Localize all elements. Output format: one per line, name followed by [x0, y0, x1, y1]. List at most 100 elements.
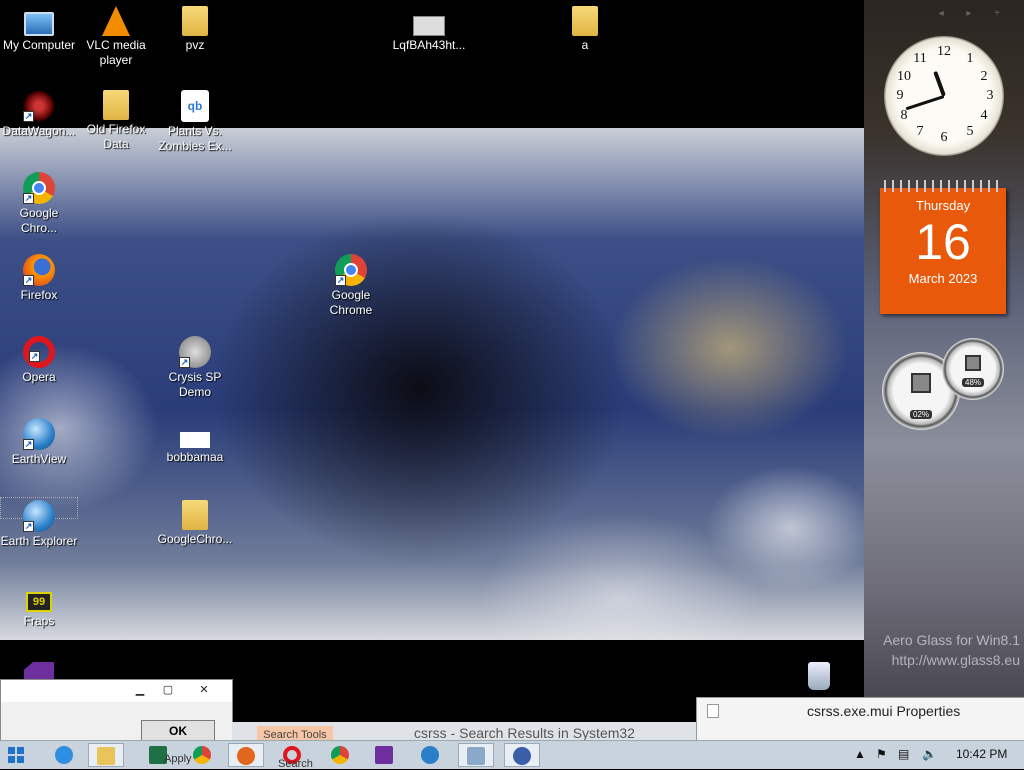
- taskbar-visual-studio[interactable]: [366, 743, 402, 767]
- desktop-icon-crysis[interactable]: ↗ Crysis SP Demo: [156, 336, 234, 400]
- memory-meter-gadget[interactable]: 48%: [942, 338, 1004, 400]
- icon-label: Google Chro...: [19, 206, 59, 235]
- clock-number: 4: [980, 108, 988, 123]
- properties-window-title: csrss.exe.mui Properties: [807, 703, 961, 719]
- desktop-icon-plants-vs-zombies[interactable]: qb Plants Vs. Zombies Ex...: [156, 90, 234, 154]
- taskbar-earth[interactable]: [412, 743, 448, 767]
- show-hidden-icons-chevron-icon[interactable]: ▲: [854, 747, 866, 761]
- icon-label: Earth Explorer: [0, 534, 78, 548]
- desktop-icon-vlc[interactable]: VLC media player: [77, 6, 155, 68]
- file-icon: [707, 704, 719, 718]
- earth-icon: [421, 746, 439, 764]
- taskbar-firefox[interactable]: [228, 743, 264, 767]
- clock-number: 1: [966, 51, 974, 66]
- taskbar-clock[interactable]: 10:42 PM: [956, 747, 1007, 761]
- shortcut-arrow-icon: ↗: [23, 111, 34, 122]
- desktop-icon-bobbamaa[interactable]: bobbamaa: [156, 418, 234, 465]
- taskbar-internet-explorer[interactable]: [46, 743, 82, 767]
- taskbar-earth-explorer[interactable]: [504, 743, 540, 767]
- earth-icon: ↗: [23, 500, 55, 532]
- action-center-flag-icon[interactable]: ⚑: [876, 747, 887, 761]
- clock-number: 5: [966, 124, 974, 139]
- desktop-icon-pvz[interactable]: pvz: [156, 6, 234, 53]
- icon-label: Google Chrome: [329, 288, 373, 317]
- system-tray: ▲ ⚑ ▤ 🔈 10:42 PM: [850, 741, 1024, 769]
- icon-label: pvz: [185, 38, 205, 52]
- close-button[interactable]: ✕: [191, 682, 217, 699]
- desktop-icon-google-chrome-1[interactable]: ↗ Google Chro...: [0, 172, 78, 236]
- desktop-icon-earth-explorer[interactable]: ↗ Earth Explorer: [0, 500, 78, 549]
- icon-label: DataWagon...: [2, 124, 76, 138]
- crysis-icon: ↗: [179, 336, 211, 368]
- aero-glass-watermark: Aero Glass for Win8.1 http://www.glass8.…: [872, 630, 1020, 670]
- desktop-icon-datawagon[interactable]: ↗ DataWagon...: [0, 90, 78, 139]
- desktop-icon-googlechro-folder[interactable]: GoogleChro...: [156, 500, 234, 547]
- shortcut-arrow-icon: ↗: [23, 193, 34, 204]
- shortcut-arrow-icon: ↗: [179, 357, 190, 368]
- icon-label: VLC media player: [86, 38, 146, 67]
- taskbar-chrome-2[interactable]: [322, 743, 358, 767]
- desktop-wallpaper: [0, 128, 864, 640]
- icon-label: EarthView: [11, 452, 67, 466]
- shortcut-arrow-icon: ↗: [23, 439, 34, 450]
- desktop-icon-earthview[interactable]: ↗ EarthView: [0, 418, 78, 467]
- maximize-button[interactable]: ▢: [155, 682, 181, 699]
- icon-label: LqfBAh43ht...: [392, 38, 466, 52]
- search-label: Search: [278, 758, 313, 770]
- icon-label: a: [581, 38, 589, 52]
- network-icon[interactable]: ▤: [898, 747, 909, 761]
- calendar-month-year: March 2023: [908, 271, 978, 286]
- start-button[interactable]: [8, 747, 24, 763]
- desktop-icon-google-chrome-2[interactable]: ↗ Google Chrome: [312, 254, 390, 318]
- icon-label: GoogleChro...: [157, 532, 233, 546]
- icon-label: Firefox: [20, 288, 58, 302]
- icon-label: Crysis SP Demo: [168, 370, 222, 399]
- clock-number: 10: [897, 69, 911, 84]
- icon-label: Fraps: [23, 614, 55, 628]
- desktop-icon-old-firefox-data[interactable]: Old Firefox Data: [77, 90, 155, 152]
- clock-gadget[interactable]: 12 1 2 3 4 5 6 7 8 9 10 11: [884, 36, 1004, 156]
- file-explorer-icon: [97, 747, 115, 765]
- desktop-icon-firefox[interactable]: ↗ Firefox: [0, 254, 78, 303]
- explorer-window-ribbon[interactable]: Search Tools csrss - Search Results in S…: [232, 722, 696, 744]
- taskbar-chrome[interactable]: [184, 743, 220, 767]
- taskbar: Apply Search ▲ ⚑ ▤ 🔈 10:42 PM: [0, 740, 1024, 770]
- clock-hour-hand: [933, 70, 946, 97]
- firefox-icon: ↗: [23, 254, 55, 286]
- visual-studio-icon: [375, 746, 393, 764]
- explorer-window-title: csrss - Search Results in System32: [414, 725, 635, 741]
- desktop-icon-opera[interactable]: ↗ Opera: [0, 336, 78, 385]
- ok-button[interactable]: OK: [141, 720, 215, 742]
- watermark-line-2: http://www.glass8.eu: [891, 652, 1020, 668]
- desktop-icon-my-computer[interactable]: My Computer: [0, 6, 78, 53]
- desktop-icon-fraps[interactable]: 99 Fraps: [0, 582, 78, 629]
- earth-explorer-icon: [513, 747, 531, 765]
- sidebar-nav-arrows[interactable]: ◂ ▸ +: [939, 8, 1010, 19]
- clock-number: 9: [896, 88, 904, 103]
- clock-number: 7: [916, 124, 924, 139]
- cpu-usage-value: 02%: [909, 410, 933, 419]
- qbittorrent-icon: qb: [181, 90, 209, 122]
- desktop-icon-folder-a[interactable]: a: [546, 6, 624, 53]
- dialog-window[interactable]: ▁ ▢ ✕ OK: [0, 679, 233, 742]
- volume-icon[interactable]: 🔈: [922, 747, 937, 761]
- memory-chip-icon: [965, 354, 981, 371]
- shortcut-arrow-icon: ↗: [23, 521, 34, 532]
- shortcut-arrow-icon: ↗: [23, 275, 34, 286]
- shortcut-arrow-icon: ↗: [335, 275, 346, 286]
- taskbar-image-viewer[interactable]: [458, 743, 494, 767]
- chrome-icon: ↗: [23, 172, 55, 204]
- desktop-icon-recycle-bin[interactable]: [780, 662, 858, 692]
- properties-window[interactable]: csrss.exe.mui Properties: [696, 697, 1024, 742]
- dialog-titlebar[interactable]: ▁ ▢ ✕: [1, 680, 232, 702]
- recycle-bin-icon: [808, 662, 830, 690]
- minimize-button[interactable]: ▁: [127, 682, 153, 699]
- firefox-icon: [237, 747, 255, 765]
- taskbar-file-explorer[interactable]: [88, 743, 124, 767]
- desktop-icon-image-file[interactable]: LqfBAh43ht...: [390, 6, 468, 53]
- calendar-gadget[interactable]: Thursday 16 March 2023: [880, 180, 1006, 314]
- image-file-icon: [413, 16, 445, 36]
- icon-label: Old Firefox Data: [86, 122, 146, 151]
- calendar-weekday: Thursday: [915, 198, 971, 213]
- image-viewer-icon: [467, 747, 485, 765]
